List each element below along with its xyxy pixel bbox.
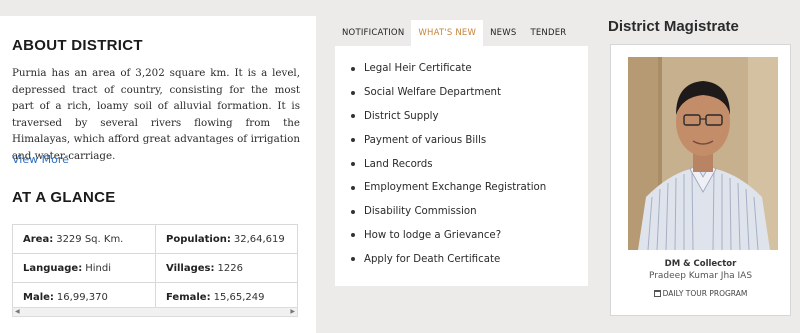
area-cell: Area: 3229 Sq. Km. xyxy=(13,225,155,253)
bullet-icon xyxy=(351,162,355,167)
at-a-glance-title: AT A GLANCE xyxy=(12,189,116,206)
population-label: Population: xyxy=(166,233,231,245)
calendar-icon xyxy=(653,290,661,297)
list-item[interactable]: District Supply xyxy=(351,105,588,129)
villages-cell: Villages: 1226 xyxy=(155,254,297,282)
list-item[interactable]: Social Welfare Department xyxy=(351,81,588,105)
tab-news[interactable]: NEWS xyxy=(483,20,523,46)
villages-value: 1226 xyxy=(217,262,243,274)
bullet-icon xyxy=(351,66,355,71)
list-item-label: Land Records xyxy=(364,158,433,170)
table-row: Language: Hindi Villages: 1226 xyxy=(13,254,297,283)
dm-role: DM & Collector xyxy=(664,259,737,269)
bullet-icon xyxy=(351,257,355,262)
tab-bar: NOTIFICATION WHAT'S NEW NEWS TENDER xyxy=(335,20,588,46)
list-item-label: Apply for Death Certificate xyxy=(364,253,501,265)
area-value: 3229 Sq. Km. xyxy=(56,233,124,245)
about-district-text: Purnia has an area of 3,202 square km. I… xyxy=(12,67,300,162)
list-item[interactable]: Payment of various Bills xyxy=(351,128,588,152)
tab-whats-new[interactable]: WHAT'S NEW xyxy=(411,20,484,46)
scroll-left-icon[interactable]: ◀ xyxy=(15,308,20,316)
language-cell: Language: Hindi xyxy=(13,254,155,282)
bullet-icon xyxy=(351,138,355,143)
news-tabs-section: NOTIFICATION WHAT'S NEW NEWS TENDER Lega… xyxy=(335,20,588,286)
list-item-label: How to lodge a Grievance? xyxy=(364,229,502,241)
list-item-label: Payment of various Bills xyxy=(364,134,487,146)
bullet-icon xyxy=(351,209,355,214)
whats-new-list: Legal Heir Certificate Social Welfare De… xyxy=(335,46,588,271)
list-item[interactable]: Land Records xyxy=(351,152,588,176)
bullet-icon xyxy=(351,114,355,119)
dm-name: Pradeep Kumar Jha IAS xyxy=(648,271,753,281)
list-item-label: Disability Commission xyxy=(364,206,477,218)
view-more-link[interactable]: View More xyxy=(12,153,69,166)
table-row: Area: 3229 Sq. Km. Population: 32,64,619 xyxy=(13,225,297,254)
list-item-label: Employment Exchange Registration xyxy=(364,182,547,194)
scroll-right-icon[interactable]: ▶ xyxy=(290,308,295,316)
list-item[interactable]: How to lodge a Grievance? xyxy=(351,224,588,248)
list-item-label: District Supply xyxy=(364,110,439,122)
left-column: ABOUT DISTRICT Purnia has an area of 3,2… xyxy=(0,16,316,333)
list-item-label: Social Welfare Department xyxy=(364,87,501,99)
dm-portrait-image xyxy=(628,57,778,250)
bullet-icon xyxy=(351,90,355,95)
dm-photo xyxy=(628,57,778,250)
male-label: Male: xyxy=(23,291,54,303)
dm-card: DM & Collector Pradeep Kumar Jha IAS DAI… xyxy=(610,44,791,316)
language-value: Hindi xyxy=(85,262,111,274)
female-label: Female: xyxy=(166,291,211,303)
horizontal-scrollbar[interactable]: ◀ ▶ xyxy=(12,307,298,317)
list-item[interactable]: Legal Heir Certificate xyxy=(351,57,588,81)
bullet-icon xyxy=(351,185,355,190)
daily-tour-program-label: DAILY TOUR PROGRAM xyxy=(662,289,748,298)
whats-new-panel: Legal Heir Certificate Social Welfare De… xyxy=(335,46,588,286)
male-value: 16,99,370 xyxy=(56,291,108,303)
female-value: 15,65,249 xyxy=(213,291,265,303)
tab-tender[interactable]: TENDER xyxy=(523,20,573,46)
about-district-title: ABOUT DISTRICT xyxy=(12,37,143,54)
list-item[interactable]: Apply for Death Certificate xyxy=(351,247,588,271)
list-item[interactable]: Disability Commission xyxy=(351,200,588,224)
area-label: Area: xyxy=(23,233,54,245)
at-a-glance-table: Area: 3229 Sq. Km. Population: 32,64,619 L… xyxy=(12,224,298,312)
list-item[interactable]: Employment Exchange Registration xyxy=(351,176,588,200)
bullet-icon xyxy=(351,233,355,238)
district-magistrate-title: District Magistrate xyxy=(608,18,739,35)
daily-tour-program-link[interactable]: DAILY TOUR PROGRAM xyxy=(611,289,790,298)
list-item-label: Legal Heir Certificate xyxy=(364,63,472,75)
population-value: 32,64,619 xyxy=(233,233,285,245)
language-label: Language: xyxy=(23,262,83,274)
population-cell: Population: 32,64,619 xyxy=(155,225,297,253)
villages-label: Villages: xyxy=(166,262,215,274)
tab-notification[interactable]: NOTIFICATION xyxy=(335,20,411,46)
